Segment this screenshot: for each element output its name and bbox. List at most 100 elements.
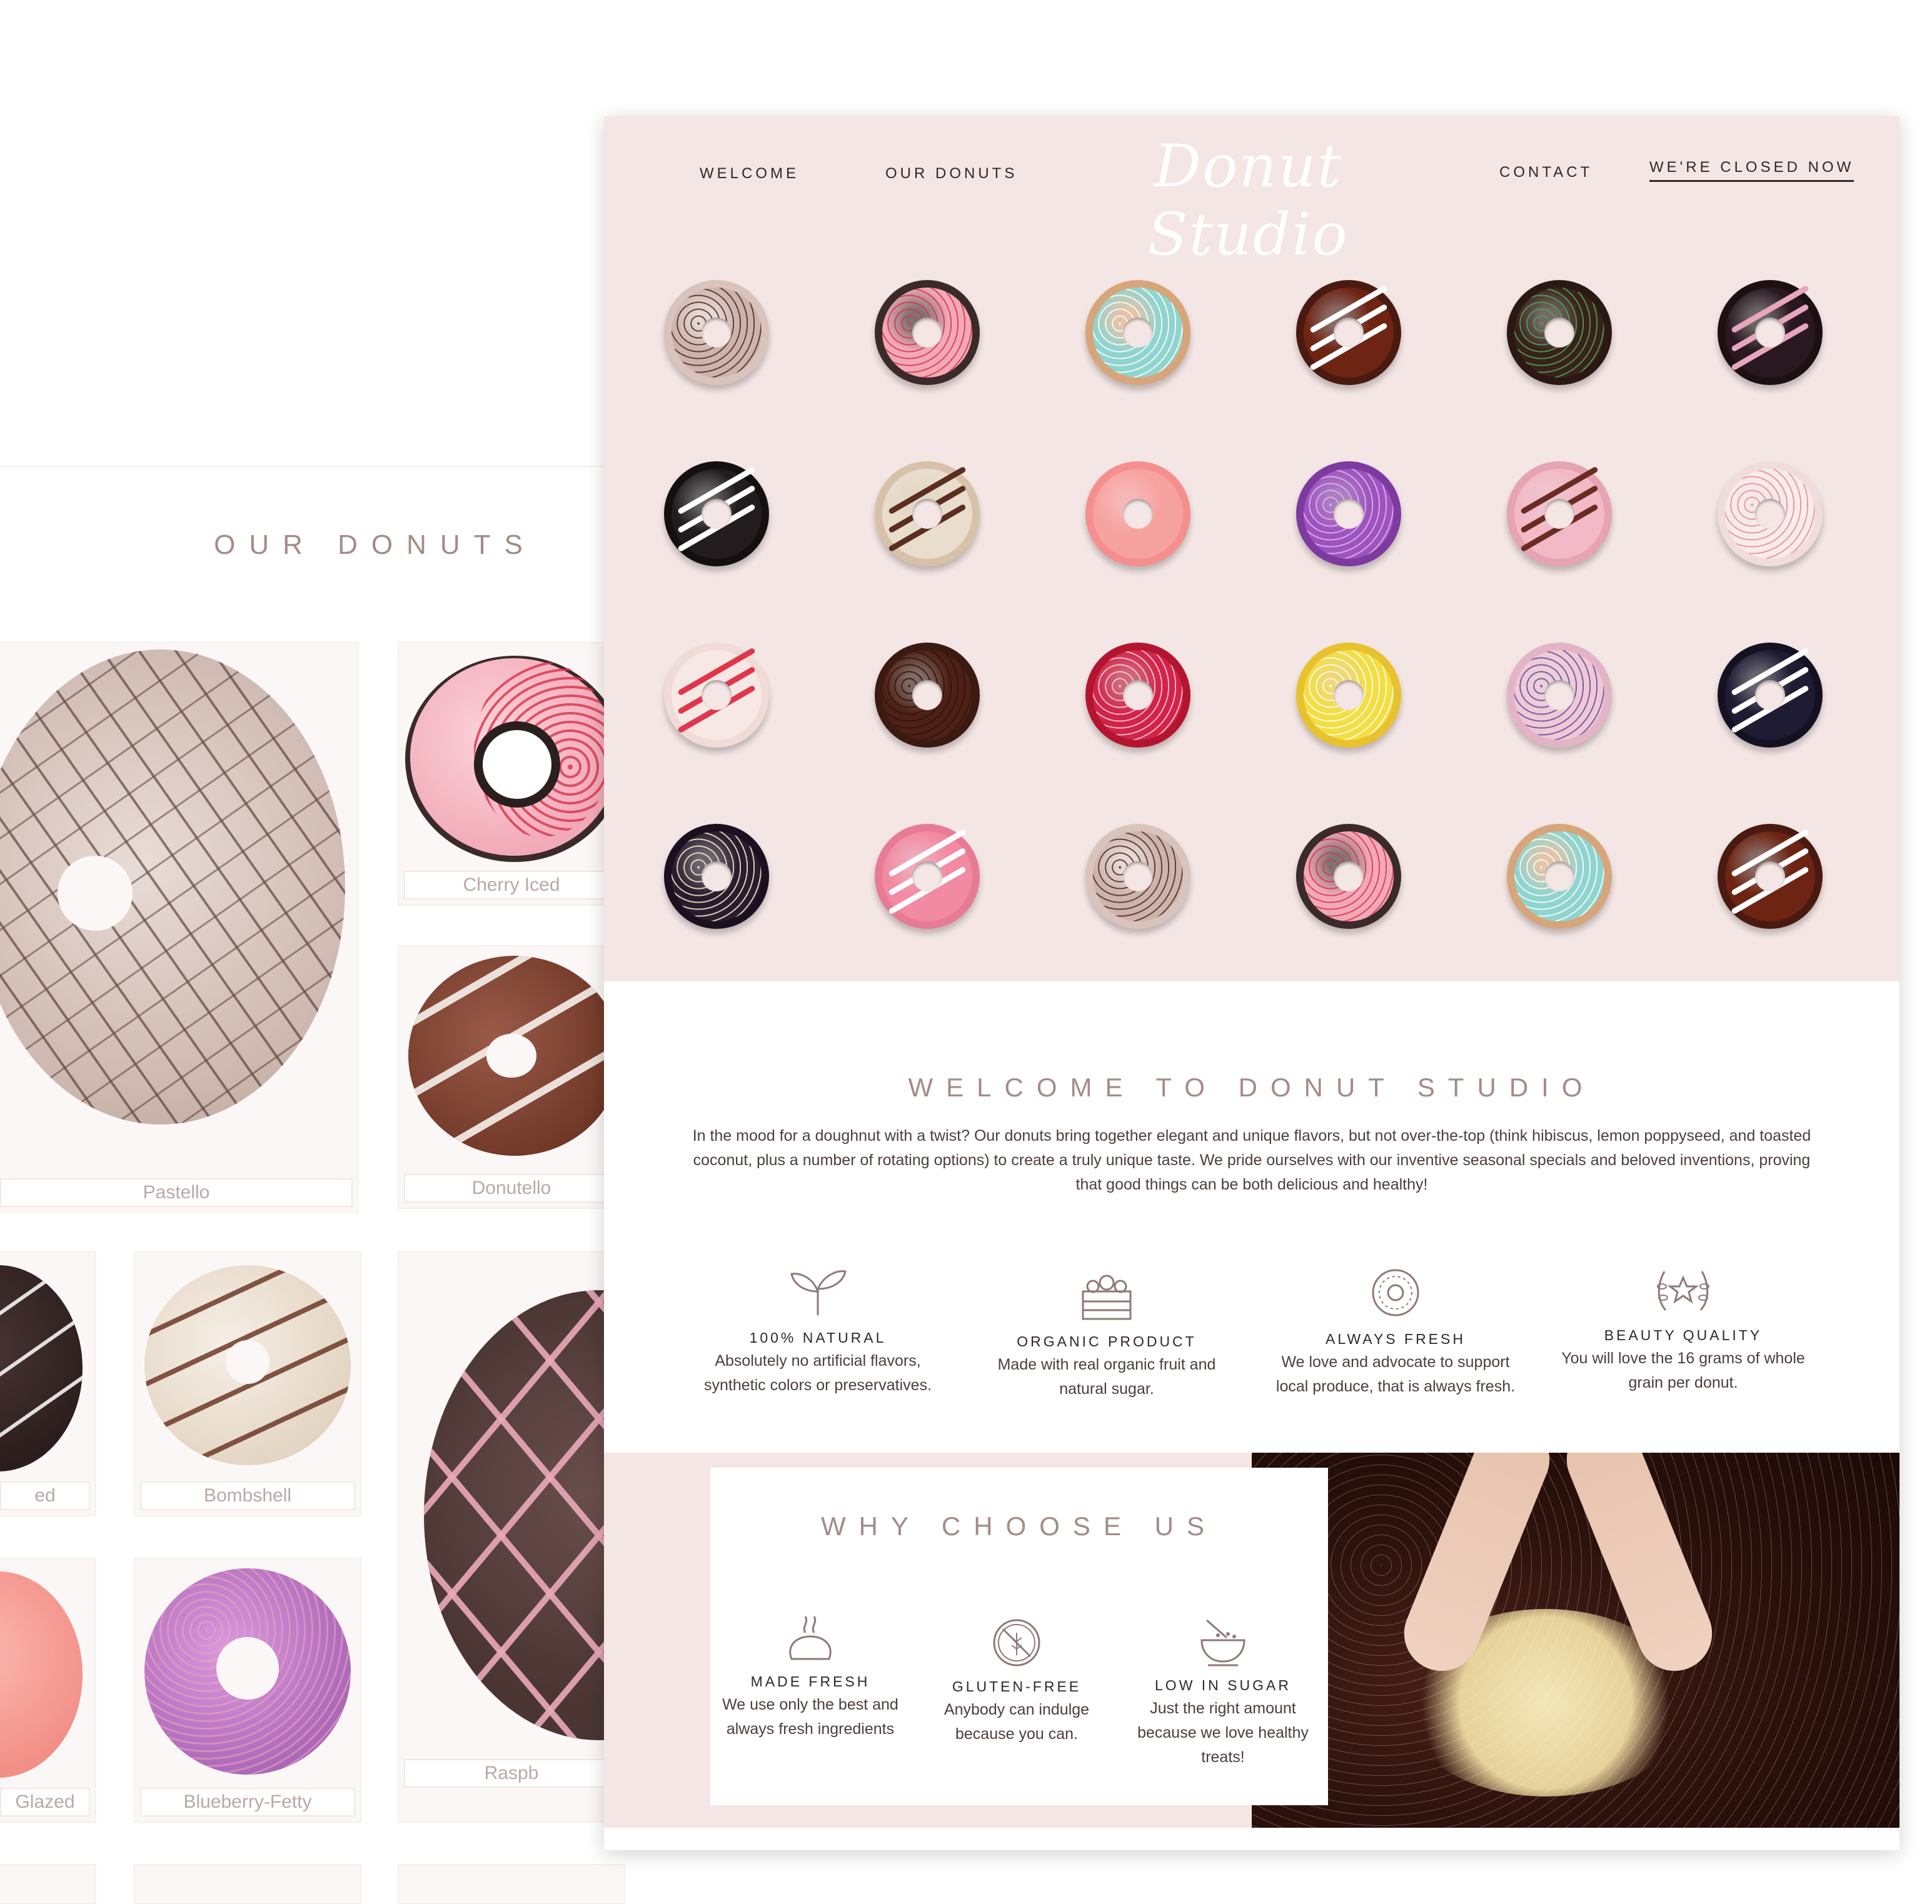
- donut-card-label: Donutello: [404, 1174, 619, 1203]
- donut-hole: [1544, 861, 1574, 891]
- why-title: WHY CHOOSE US: [821, 1511, 1217, 1541]
- donut-grid-item[interactable]: [1507, 461, 1612, 566]
- why-item-title: LOW IN SUGAR: [1155, 1677, 1291, 1693]
- donut-grid-item[interactable]: [1507, 643, 1612, 748]
- donut-card-label: ed: [0, 1481, 90, 1510]
- donut-grid-item[interactable]: [1085, 824, 1190, 929]
- donut-grid-item[interactable]: [875, 461, 980, 566]
- front-page-home: WELCOME OUR DONUTS Donut Studio CONTACT …: [604, 116, 1899, 1850]
- produce-crate-icon: [1082, 1275, 1132, 1320]
- feature-title: BEAUTY QUALITY: [1604, 1327, 1763, 1343]
- donut-grid-item[interactable]: [1296, 824, 1401, 929]
- sprinkles: [0, 649, 345, 1125]
- donut-card-cherry-iced[interactable]: Cherry Iced: [398, 642, 625, 906]
- flour-dust: [1252, 1453, 1899, 1828]
- feature-organic: ORGANIC PRODUCT Made with real organic f…: [975, 1269, 1238, 1401]
- donut-grid-item[interactable]: [875, 824, 980, 929]
- donut-grid-item[interactable]: [1718, 461, 1823, 566]
- logo[interactable]: Donut Studio: [1067, 133, 1429, 269]
- back-page-heading: OUR DONUTS: [214, 529, 536, 560]
- donut-card-donutello[interactable]: Donutello: [398, 945, 625, 1209]
- donut-hole: [1755, 861, 1785, 891]
- donut-hole: [702, 680, 732, 710]
- feature-fresh: ALWAYS FRESH We love and advocate to sup…: [1264, 1266, 1527, 1399]
- nav-status-closed[interactable]: WE'RE CLOSED NOW: [1649, 159, 1854, 182]
- donut-grid-item[interactable]: [875, 643, 980, 748]
- welcome-text: In the mood for a doughnut with a twist?…: [692, 1127, 1811, 1193]
- donut-grid-item[interactable]: [1507, 280, 1612, 385]
- donut-hole: [912, 318, 942, 348]
- feature-desc: Absolutely no artificial flavors, synthe…: [703, 1352, 932, 1394]
- donut-card-label: Raspb: [404, 1759, 619, 1788]
- donut-grid-item[interactable]: [664, 280, 769, 385]
- donut-hole: [912, 499, 942, 529]
- donut-card-label: Bombshell: [140, 1481, 355, 1510]
- nav-our-donuts[interactable]: OUR DONUTS: [885, 165, 1017, 183]
- donut-card-bombshell[interactable]: Bombshell: [134, 1251, 361, 1516]
- donut-grid-item[interactable]: [1085, 280, 1190, 385]
- donut-grid-item[interactable]: [1507, 824, 1612, 929]
- why-item-title: GLUTEN-FREE: [952, 1678, 1082, 1695]
- donut-card-label: Pastello: [0, 1178, 353, 1207]
- no-gluten-icon: [993, 1619, 1040, 1666]
- feature-title: ORGANIC PRODUCT: [1017, 1333, 1197, 1350]
- donut-hole: [1334, 499, 1364, 529]
- sprout-icon: [790, 1270, 847, 1315]
- donut-hole: [1544, 499, 1574, 529]
- why-section: WHY CHOOSE US MADE FRESH We use only the…: [604, 1453, 1899, 1828]
- why-item-low-in-sugar: LOW IN SUGAR Just the right amount becau…: [1123, 1615, 1323, 1770]
- nav-contact[interactable]: CONTACT: [1499, 164, 1592, 181]
- donut-card-label: Cherry Iced: [404, 871, 619, 899]
- donut-hole: [1755, 318, 1785, 348]
- donut-grid-item[interactable]: [664, 643, 769, 748]
- donut-grid-item[interactable]: [664, 461, 769, 566]
- donut-hole: [702, 499, 732, 529]
- donut-hole: [1123, 680, 1153, 710]
- donut-grid-item[interactable]: [875, 280, 980, 385]
- donut-grid-item[interactable]: [1085, 461, 1190, 566]
- donut-grid-item[interactable]: [1296, 280, 1401, 385]
- why-item-desc: Just the right amount because we love he…: [1137, 1700, 1309, 1766]
- donut-icon: [1372, 1269, 1419, 1316]
- donut-card-blueberry-fetty[interactable]: Blueberry-Fetty: [134, 1558, 361, 1823]
- back-page-our-donuts: OUR DONUTS Pastello Cherry Iced Donutell…: [0, 466, 625, 1904]
- welcome-title: WELCOME TO DONUT STUDIO: [908, 1073, 1596, 1102]
- donut-hole: [1544, 318, 1574, 348]
- donut-card-raspberry[interactable]: Raspb: [398, 1251, 625, 1823]
- donut-hole: [1123, 499, 1153, 529]
- feature-title: ALWAYS FRESH: [1326, 1331, 1466, 1347]
- donut-hole: [486, 1034, 536, 1078]
- kneading-dough-photo: [1252, 1453, 1899, 1828]
- donut-card-pastello[interactable]: Pastello: [0, 642, 359, 1213]
- why-item-desc: Anybody can indulge because you can.: [943, 1701, 1090, 1743]
- donut-hole: [1123, 318, 1153, 348]
- donut-grid-item[interactable]: [664, 824, 769, 929]
- sugar-bowl-icon: [1200, 1619, 1245, 1666]
- donut-card-partial[interactable]: ed: [0, 1251, 96, 1516]
- nav-welcome[interactable]: WELCOME: [700, 165, 799, 183]
- donut-card-glazed[interactable]: Glazed: [0, 1558, 96, 1823]
- donut-grid-item[interactable]: [1085, 643, 1190, 748]
- donut-grid-item[interactable]: [1718, 280, 1823, 385]
- why-item-made-fresh: MADE FRESH We use only the best and alwa…: [710, 1611, 910, 1741]
- donut-grid-item[interactable]: [1718, 824, 1823, 929]
- donut-hole: [1334, 861, 1364, 891]
- donut-grid-item[interactable]: [1718, 643, 1823, 748]
- donut-card-label: Glazed: [0, 1788, 90, 1816]
- why-item-title: MADE FRESH: [750, 1673, 870, 1690]
- laurel-star-icon: [1657, 1271, 1709, 1311]
- donut-grid-item[interactable]: [1296, 643, 1401, 748]
- donut-hole: [1755, 680, 1785, 710]
- hero-section: WELCOME OUR DONUTS Donut Studio CONTACT …: [604, 116, 1899, 981]
- donut-hole: [226, 1340, 269, 1384]
- why-item-desc: We use only the best and always fresh in…: [722, 1696, 898, 1738]
- donut-hole: [1123, 861, 1153, 891]
- donut-hole: [912, 861, 942, 891]
- why-item-gluten-free: GLUTEN-FREE Anybody can indulge because …: [917, 1616, 1117, 1746]
- donut-card-partial-bottom: [134, 1864, 361, 1904]
- donut-hole: [1334, 680, 1364, 710]
- donut-hole: [912, 680, 942, 710]
- donut-grid-item[interactable]: [1296, 461, 1401, 566]
- donut-hole: [702, 318, 732, 348]
- donut-hole: [216, 1637, 279, 1700]
